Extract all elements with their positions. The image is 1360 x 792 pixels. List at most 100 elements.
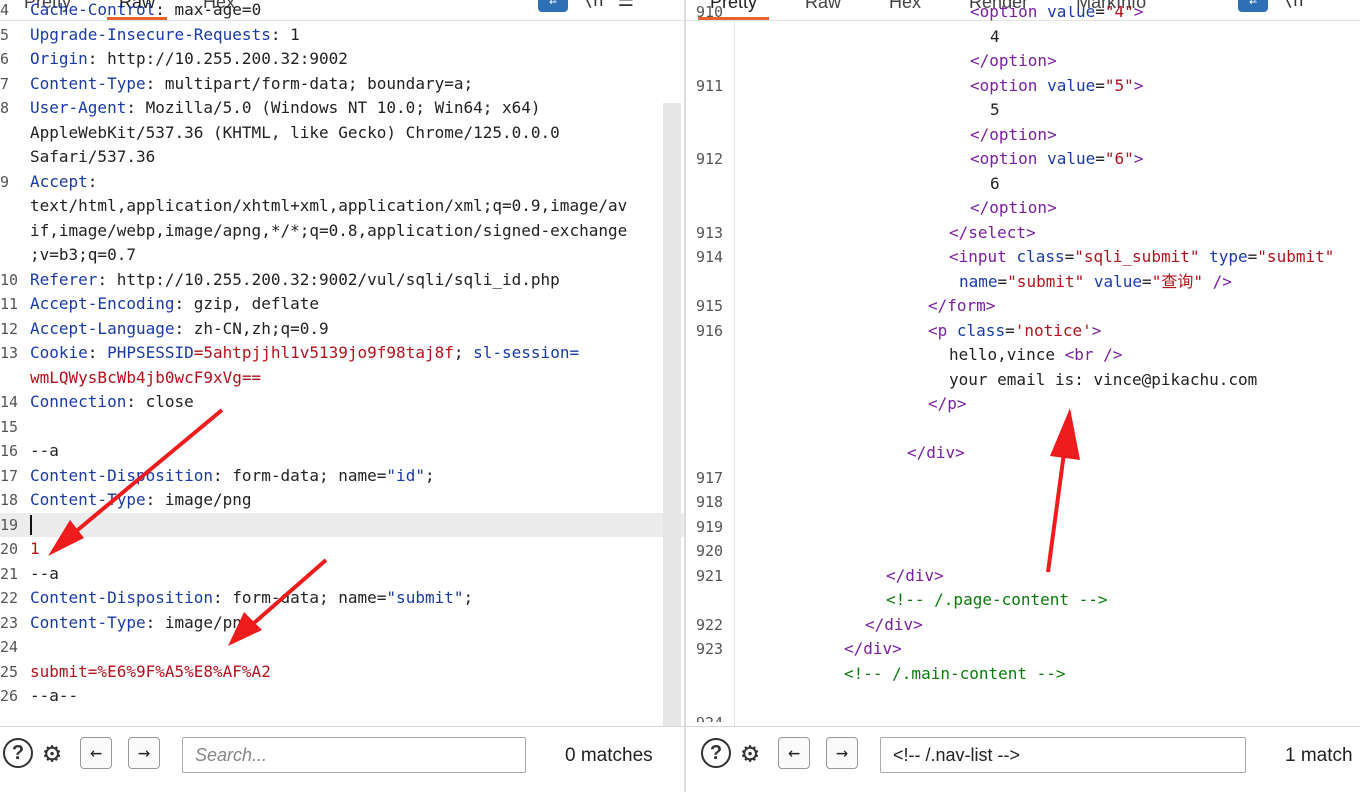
line-text: 6 xyxy=(990,172,1000,197)
request-line: 20 1 xyxy=(0,537,684,562)
line-text: <option value="6"> xyxy=(970,147,1143,172)
header-value: : http://10.255.200.32:9002/vul/sqli/sql… xyxy=(97,269,560,289)
string-value: "submit" xyxy=(386,588,464,607)
back-button[interactable]: ← xyxy=(80,737,112,769)
code-token: 'notice' xyxy=(1014,320,1092,340)
line-number: 910 xyxy=(696,6,724,21)
line-text: 5 xyxy=(990,98,1000,123)
line-text: --a-- xyxy=(30,684,684,709)
response-line: 918 xyxy=(686,490,1360,515)
code-token: <br /> xyxy=(1064,345,1123,364)
line-number: 915 xyxy=(696,297,724,315)
response-footer: ? ⚙ ← → 1 match xyxy=(686,727,1360,792)
request-line: 10 Referer: http://10.255.200.32:9002/vul… xyxy=(0,268,684,293)
code-token: "4" xyxy=(1104,6,1134,21)
request-line: 6 Origin: http://10.255.200.32:9002 xyxy=(0,47,684,72)
line-text: Content-Disposition: form-data; name="su… xyxy=(30,586,684,611)
response-line: 6 xyxy=(686,172,1360,197)
line-number: 20 xyxy=(0,540,19,558)
line-text: </p> xyxy=(928,392,967,417)
response-line: 5 xyxy=(686,98,1360,123)
line-text: 1 xyxy=(30,537,684,562)
line-text: Accept: xyxy=(30,170,684,195)
response-line: </div> xyxy=(686,441,1360,466)
response-line: 912 <option value="6"> xyxy=(686,147,1360,172)
line-text: </div> xyxy=(886,564,944,589)
line-number: 16 xyxy=(0,442,19,460)
line-number: 23 xyxy=(0,613,19,632)
forward-button[interactable]: → xyxy=(128,737,160,769)
line-text: name="submit" value="查询" /> xyxy=(959,270,1232,295)
response-line: 920 xyxy=(686,539,1360,564)
header-value: --a xyxy=(30,441,59,460)
line-text: submit=%E6%9F%A5%E8%AF%A2 xyxy=(30,660,684,685)
search-input[interactable] xyxy=(182,737,526,773)
line-text: Content-Disposition: form-data; name="id… xyxy=(30,464,684,489)
response-line: 914 <input class="sqli_submit" type="subm… xyxy=(686,245,1360,270)
request-line: 22 Content-Disposition: form-data; name="… xyxy=(0,586,684,611)
code-token: <input xyxy=(949,247,1017,266)
line-text: hello,vince <br /> xyxy=(949,343,1122,368)
request-editor[interactable]: 4 Cache-Control: max-age=0 5 Upgrade-Insecu… xyxy=(0,0,684,714)
header-name: Referer xyxy=(30,269,98,289)
request-line: ;v=b3;q=0.7 xyxy=(0,243,684,268)
response-editor[interactable]: 910 <option value="4"> 4 </option> 911 <optio… xyxy=(686,6,1360,722)
code-token: </div> xyxy=(907,443,965,462)
header-value: : xyxy=(87,343,108,362)
line-text: --a xyxy=(30,439,684,464)
code-token: </div> xyxy=(886,565,944,585)
line-text: </div> xyxy=(907,441,965,466)
response-line: 922 </div> xyxy=(686,613,1360,638)
forward-button[interactable]: → xyxy=(826,737,858,769)
code-token: hello,vince xyxy=(949,345,1065,364)
response-line: 921 </div> xyxy=(686,564,1360,589)
code-token: > xyxy=(1091,320,1102,340)
code-token: > xyxy=(1133,75,1144,95)
line-number xyxy=(0,219,30,244)
request-line: 15 xyxy=(0,415,684,440)
request-footer: ? ⚙ ← → 0 matches xyxy=(0,727,684,792)
back-button[interactable]: ← xyxy=(778,737,810,769)
line-text: --a xyxy=(30,562,684,587)
response-line: 4 xyxy=(686,25,1360,50)
code-token: </select> xyxy=(949,222,1036,242)
string-value: "id" xyxy=(386,465,425,485)
line-number: 912 xyxy=(696,150,724,168)
scrollbar[interactable] xyxy=(663,103,681,726)
settings-button[interactable]: ⚙ xyxy=(734,737,766,769)
header-value: --a xyxy=(30,563,59,583)
line-number: 924 xyxy=(696,711,736,723)
code-token: </div> xyxy=(844,639,902,658)
request-line: 12 Accept-Language: zh-CN,zh;q=0.9 xyxy=(0,317,684,342)
line-number xyxy=(0,243,30,268)
line-number: 919 xyxy=(696,517,724,536)
header-value: : form-data; name= xyxy=(213,588,387,607)
header-name: Content-Type xyxy=(30,490,146,509)
request-pane: Pretty Raw Hex ⇄ \n ☰ 4 Cache-Control: ma… xyxy=(0,0,684,792)
line-text: 4 xyxy=(990,25,1000,50)
response-line xyxy=(686,686,1360,711)
header-value: Safari/537.36 xyxy=(30,147,156,166)
line-number: 5 xyxy=(0,25,10,44)
header-value: : image/png xyxy=(145,490,252,509)
line-number: 13 xyxy=(0,344,19,362)
request-line: 24 xyxy=(0,635,684,660)
line-text: <input class="sqli_submit" type="submit" xyxy=(949,245,1334,270)
request-line: 7 Content-Type: multipart/form-data; boun… xyxy=(0,72,684,97)
help-button[interactable]: ? xyxy=(700,737,732,769)
line-text xyxy=(30,415,684,440)
settings-button[interactable]: ⚙ xyxy=(36,737,68,769)
response-line: 917 xyxy=(686,466,1360,491)
code-token: class xyxy=(956,320,1006,340)
gear-icon: ⚙ xyxy=(741,736,759,769)
response-line: </option> xyxy=(686,196,1360,221)
line-text: text/html,application/xhtml+xml,applicat… xyxy=(30,194,684,219)
search-input[interactable] xyxy=(880,737,1246,773)
code-token: <option xyxy=(970,6,1048,21)
response-line: name="submit" value="查询" /> xyxy=(686,270,1360,295)
header-value: : http://10.255.200.32:9002 xyxy=(87,49,348,68)
response-pane: Pretty Raw Hex Render MarkInfo ⇄ \n 910 <… xyxy=(686,0,1360,792)
help-button[interactable]: ? xyxy=(2,737,34,769)
response-line: <!-- /.main-content --> xyxy=(686,662,1360,687)
